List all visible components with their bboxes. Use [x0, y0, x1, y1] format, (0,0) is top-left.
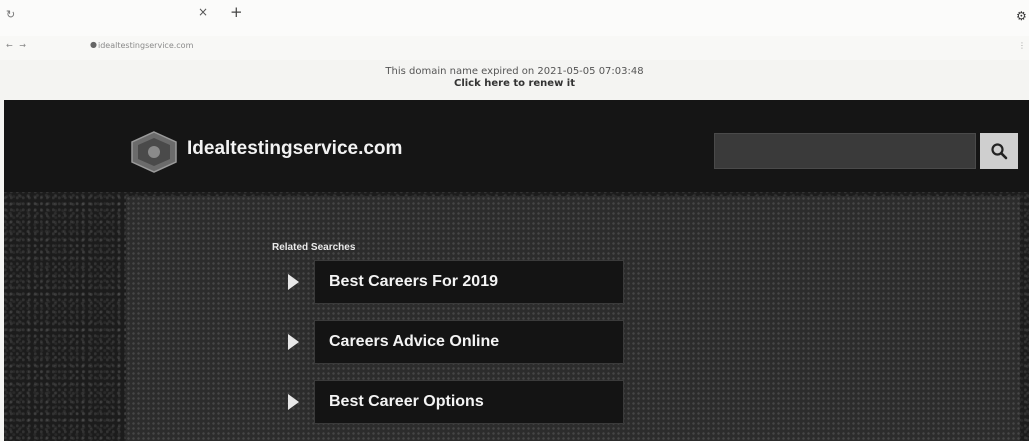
site-logo-icon — [131, 131, 177, 173]
search-icon — [991, 143, 1008, 160]
related-search-label[interactable]: Careers Advice Online — [329, 333, 499, 351]
domain-expired-banner: This domain name expired on 2021-05-05 0… — [0, 66, 1029, 100]
url-text[interactable]: idealtestingservice.com — [98, 41, 193, 50]
back-forward-icon[interactable]: ← → — [6, 41, 28, 50]
related-search-label[interactable]: Best Careers For 2019 — [329, 273, 498, 291]
renew-link-suffix[interactable]: to renew it — [510, 78, 575, 89]
renew-link-label[interactable]: Click here — [454, 78, 510, 89]
related-searches-heading: Related Searches — [272, 242, 356, 253]
play-arrow-icon — [288, 394, 299, 410]
search-input[interactable] — [714, 133, 976, 169]
related-search-item[interactable]: Careers Advice Online — [284, 320, 624, 364]
new-tab-icon[interactable]: + — [230, 3, 243, 21]
parked-page: Idealtestingservice.com Related Searches… — [4, 100, 1029, 441]
play-arrow-icon — [288, 334, 299, 350]
related-search-label[interactable]: Best Career Options — [329, 393, 484, 411]
close-icon[interactable]: × — [198, 5, 208, 19]
search-button[interactable] — [980, 133, 1018, 169]
related-search-link[interactable]: Careers Advice Online — [314, 320, 624, 364]
site-header: Idealtestingservice.com — [4, 100, 1029, 192]
renew-link[interactable]: Click here to renew it — [0, 78, 1029, 90]
browser-tab-bar: ↻ × + ⚙ — [0, 0, 1029, 36]
related-search-item[interactable]: Best Careers For 2019 — [284, 260, 624, 304]
reload-icon[interactable]: ↻ — [6, 8, 15, 21]
site-info-icon[interactable]: ● — [90, 40, 97, 49]
related-search-link[interactable]: Best Career Options — [314, 380, 624, 424]
play-arrow-icon — [288, 274, 299, 290]
menu-icon[interactable]: ⚙ — [1016, 9, 1027, 23]
site-title[interactable]: Idealtestingservice.com — [187, 138, 402, 160]
related-search-item[interactable]: Best Career Options — [284, 380, 624, 424]
expired-notice-text: This domain name expired on 2021-05-05 0… — [385, 66, 644, 77]
related-search-link[interactable]: Best Careers For 2019 — [314, 260, 624, 304]
address-bar[interactable]: ← → ● idealtestingservice.com ⋮ — [0, 36, 1029, 60]
tab-favicon-area: ↻ — [6, 8, 15, 21]
bookmark-icon[interactable]: ⋮ — [1018, 41, 1026, 50]
